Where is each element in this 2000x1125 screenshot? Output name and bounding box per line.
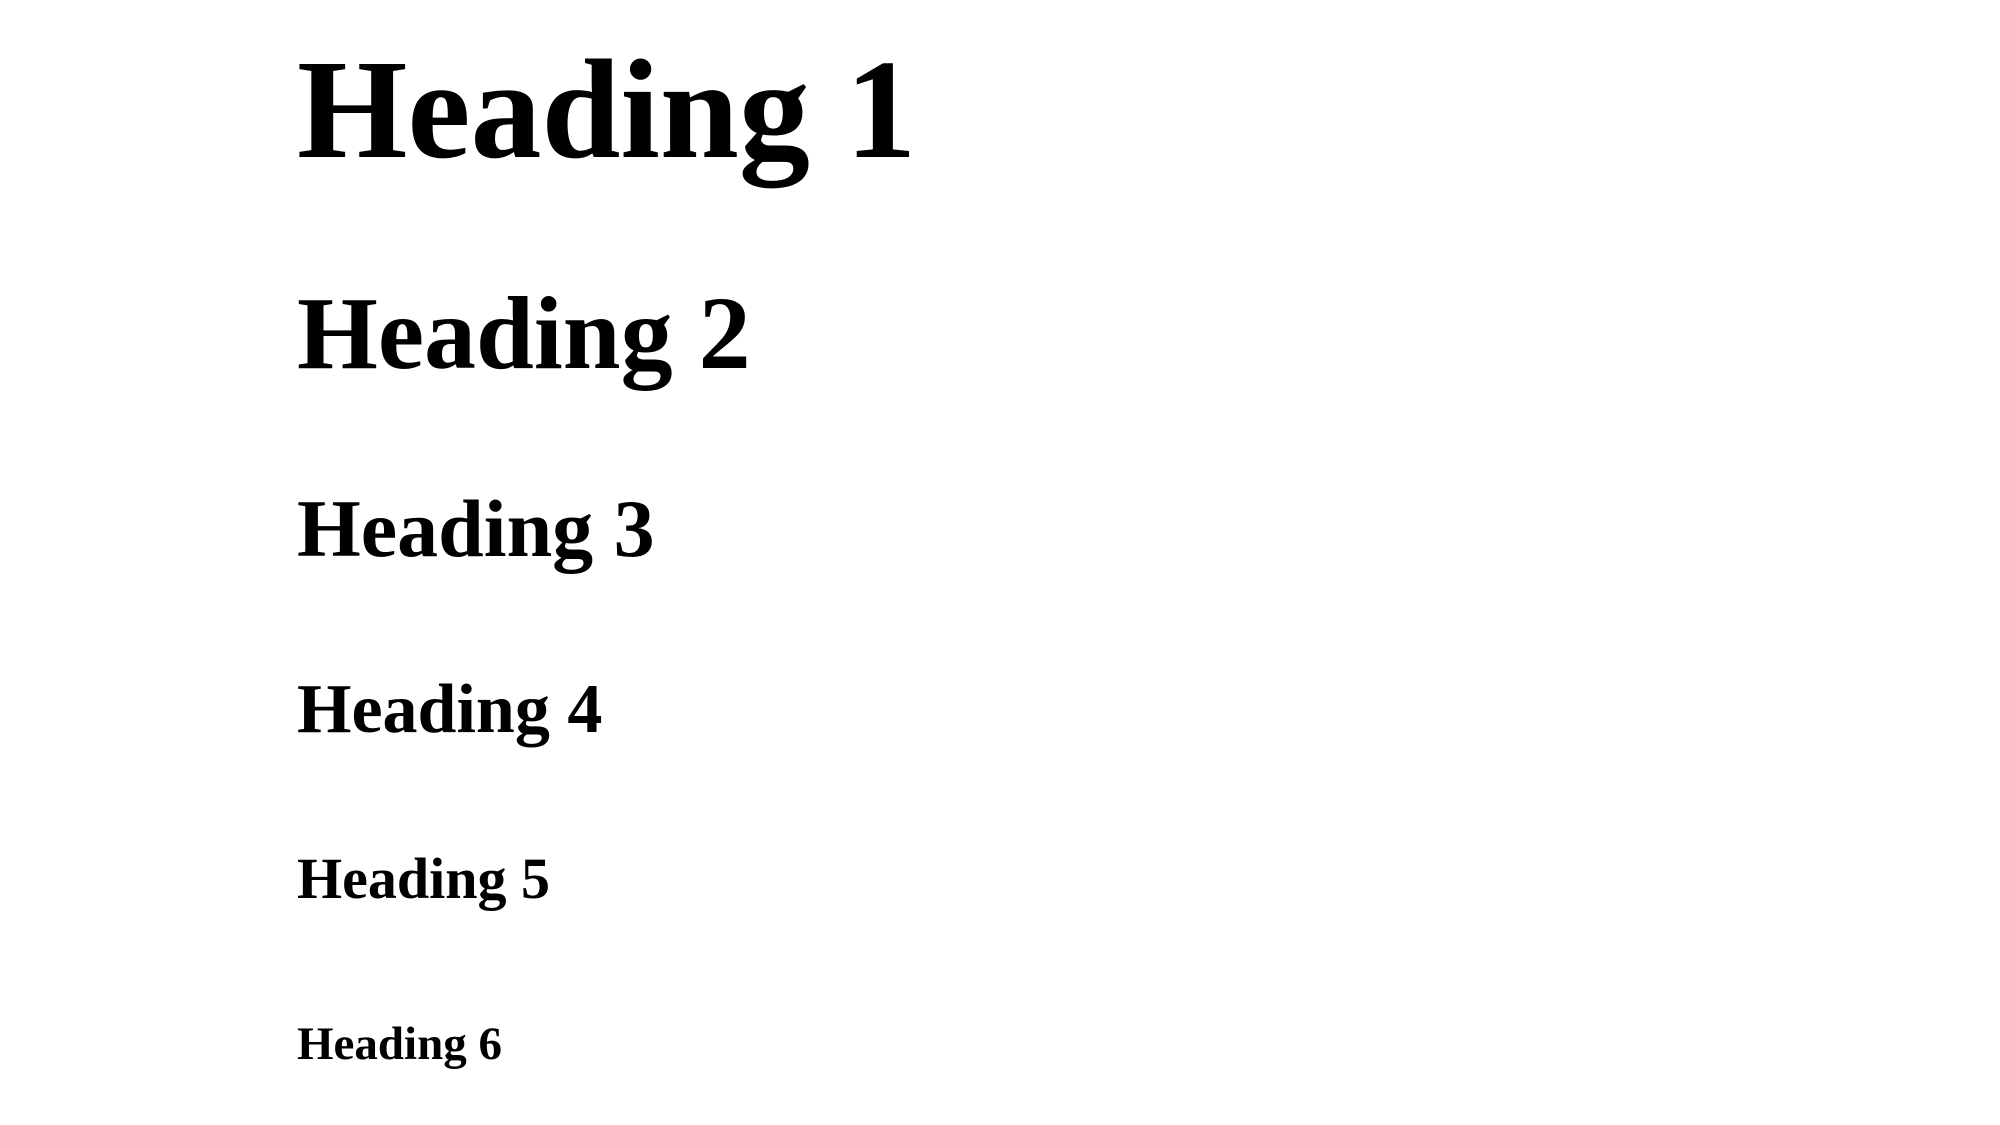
heading-1: Heading 1 [297, 30, 917, 188]
heading-6: Heading 6 [297, 1018, 503, 1070]
heading-3: Heading 3 [297, 483, 655, 574]
document-page: Heading 1 Heading 2 Heading 3 Heading 4 … [0, 0, 2000, 1125]
heading-5: Heading 5 [297, 846, 550, 911]
heading-2: Heading 2 [297, 276, 751, 391]
heading-4: Heading 4 [297, 671, 603, 748]
